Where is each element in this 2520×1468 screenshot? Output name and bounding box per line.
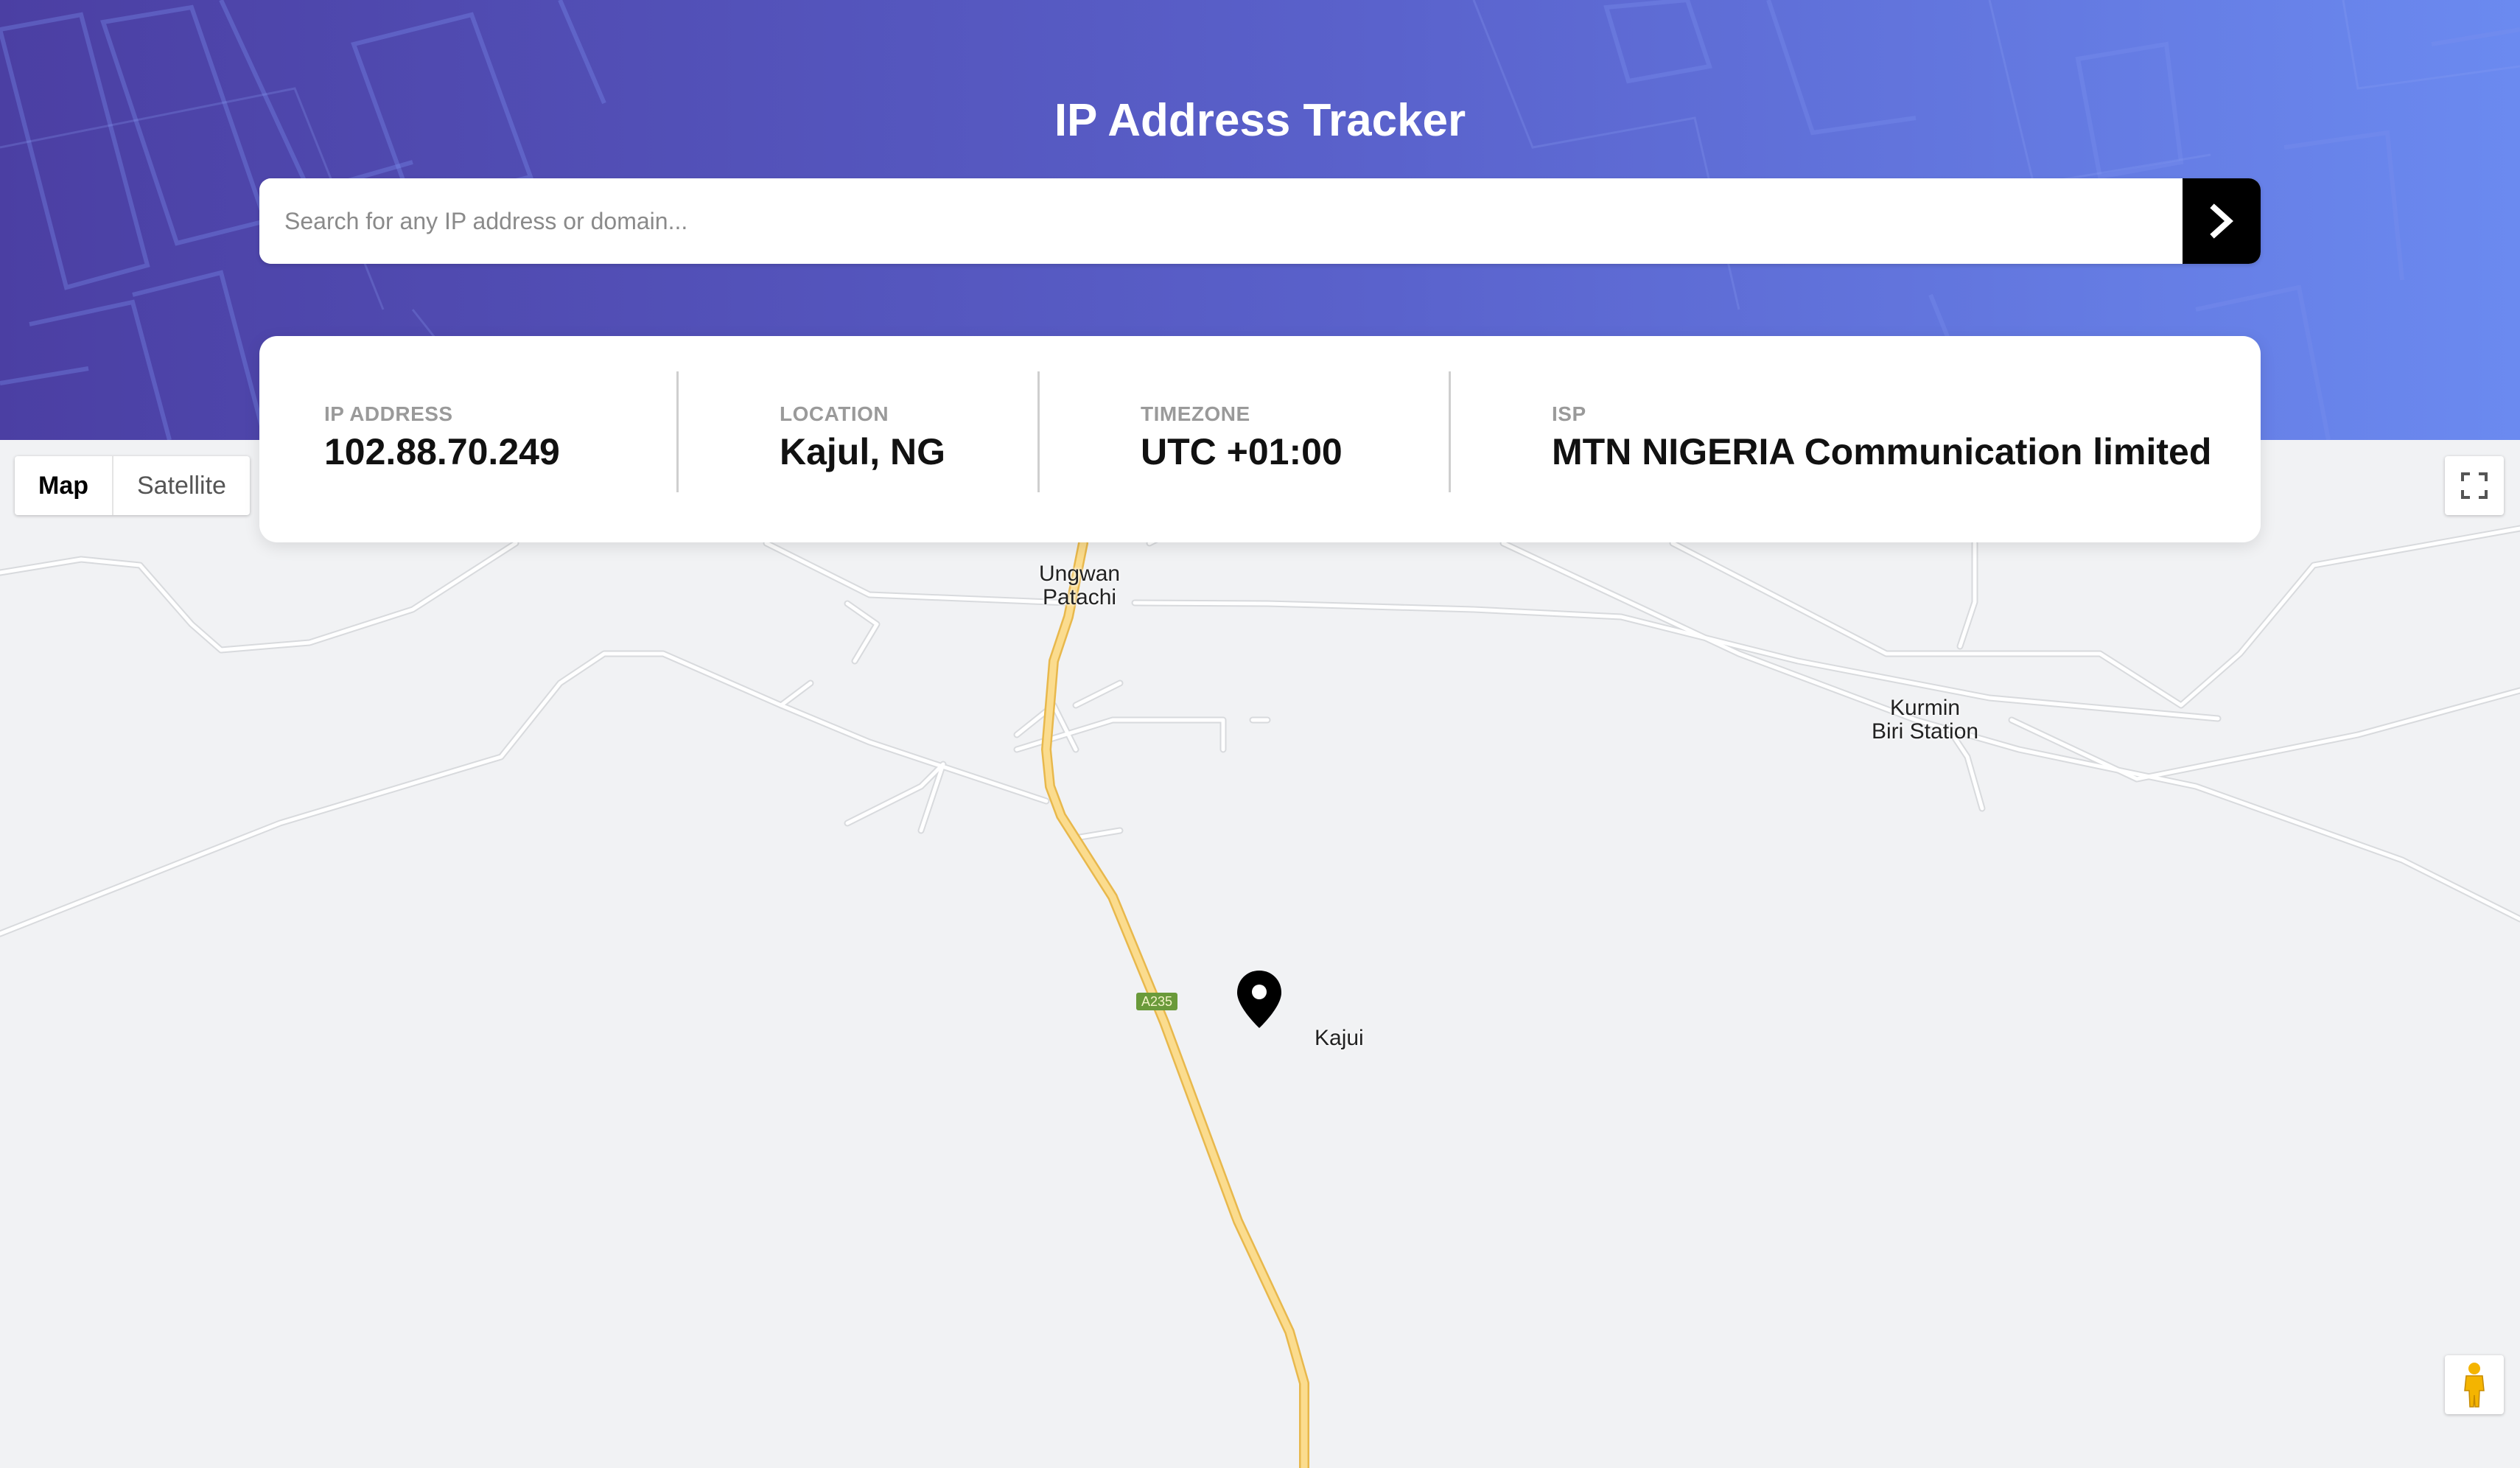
info-divider [676,371,679,492]
chevron-right-icon [2210,203,2233,239]
timezone-section: TIMEZONE UTC +01:00 [1141,402,1343,473]
map-place-label: Ungwan Patachi [1039,562,1120,609]
map-place-label-line: Patachi [1043,585,1117,609]
timezone-value: UTC +01:00 [1141,431,1343,472]
map-pin-icon[interactable] [1235,969,1284,1030]
isp-value: MTN NIGERIA Communication limited [1552,431,2212,472]
isp-section: ISP MTN NIGERIA Communication limited [1552,402,2211,473]
map-type-map-button[interactable]: Map [15,456,113,515]
map-place-label-line: Ungwan [1039,562,1121,586]
fullscreen-button[interactable] [2445,456,2504,515]
search-bar [259,178,2261,264]
page-title: IP Address Tracker [1054,95,1466,146]
timezone-label: TIMEZONE [1141,402,1250,425]
search-submit-button[interactable] [2183,178,2261,264]
isp-label: ISP [1552,402,1586,425]
pegman-icon [2464,1363,2485,1408]
ip-address-value: 102.88.70.249 [324,431,560,472]
street-view-button[interactable] [2445,1355,2504,1414]
info-divider [1037,371,1040,492]
map[interactable]: Ungwan Patachi Kurmin Biri Station Kajui… [0,440,2520,1468]
map-place-label-line: Kurmin [1890,696,1961,720]
ip-address-section: IP ADDRESS 102.88.70.249 [324,402,560,473]
map-place-label-line: Biri Station [1872,719,1979,744]
location-section: LOCATION Kajul, NG [780,402,945,473]
map-place-label: Kurmin Biri Station [1872,696,1978,744]
search-input[interactable] [259,178,2183,264]
ip-info-card: IP ADDRESS 102.88.70.249 LOCATION Kajul,… [259,336,2261,542]
marker-place-label: Kajui [1315,1026,1364,1050]
info-divider [1449,371,1451,492]
fullscreen-icon [2461,472,2488,499]
ip-address-label: IP ADDRESS [324,402,453,425]
location-value: Kajul, NG [780,431,946,472]
map-type-control: Map Satellite [15,456,250,515]
location-label: LOCATION [780,402,889,425]
page: IP Address Tracker IP ADDRESS 102.88.70.… [0,0,2520,1468]
map-type-satellite-button[interactable]: Satellite [113,456,250,515]
road-shield-label: A235 [1136,993,1177,1010]
map-canvas[interactable] [0,440,2520,1468]
